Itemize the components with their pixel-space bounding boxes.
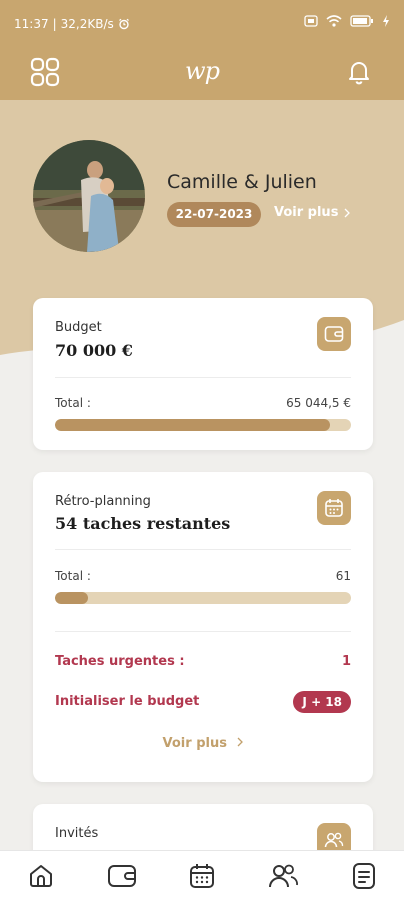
budget-card[interactable]: Budget 70 000 € Total : 65 044,5 €	[33, 298, 373, 450]
urgent-tasks-count: 1	[341, 654, 351, 669]
couple-name: Camille & Julien	[167, 171, 317, 193]
nav-budget[interactable]	[106, 860, 138, 892]
users-icon	[324, 832, 344, 848]
planning-card[interactable]: Rétro-planning 54 taches restantes Total…	[33, 472, 373, 782]
calendar-icon-badge	[317, 491, 351, 525]
calendar-icon	[325, 499, 343, 517]
planning-see-more-label: Voir plus	[162, 736, 227, 751]
status-separator: |	[52, 17, 57, 31]
alarm-icon	[118, 18, 129, 30]
calendar-icon	[190, 864, 214, 888]
budget-title: Budget	[55, 320, 102, 335]
status-left: 11:37 | 32,2KB/s	[14, 17, 130, 31]
init-budget-task[interactable]: Initialiser le budget	[55, 694, 199, 709]
nav-notes[interactable]	[348, 860, 380, 892]
couple-avatar[interactable]	[33, 140, 145, 252]
wedding-date-badge: 22-07-2023	[167, 202, 261, 227]
grid-icon	[30, 57, 60, 87]
app-header: wp	[0, 48, 404, 100]
status-time: 11:37	[14, 17, 49, 31]
profile-see-more-link[interactable]: Voir plus	[274, 205, 351, 220]
battery-icon	[350, 15, 373, 27]
bell-icon	[349, 62, 369, 85]
planning-tasks-remaining: 54 taches restantes	[55, 514, 231, 533]
nav-guests[interactable]	[267, 860, 299, 892]
divider	[55, 549, 351, 550]
wallet-icon	[324, 326, 344, 342]
budget-progress-fill	[55, 419, 331, 431]
profile-see-more-label: Voir plus	[274, 205, 339, 220]
budget-amount: 70 000 €	[55, 341, 133, 360]
status-bar: 11:37 | 32,2KB/s	[0, 0, 404, 48]
planning-see-more-link[interactable]: Voir plus	[33, 736, 373, 751]
deadline-badge: J + 18	[293, 691, 351, 713]
planning-total-label: Total :	[55, 569, 91, 583]
status-right	[304, 15, 390, 27]
planning-progress-fill	[55, 592, 88, 604]
status-speed: 32,2KB/s	[60, 17, 114, 31]
home-icon	[30, 865, 52, 887]
guests-title: Invités	[55, 826, 99, 841]
document-icon	[353, 863, 375, 889]
budget-total-value: 65 044,5 €	[286, 396, 351, 410]
budget-total-label: Total :	[55, 396, 91, 410]
urgent-tasks-label[interactable]: Taches urgentes :	[55, 654, 185, 669]
charging-icon	[383, 15, 389, 27]
planning-total-value: 61	[335, 569, 351, 583]
app-logo: wp	[185, 57, 220, 85]
wallet-icon	[108, 865, 136, 887]
notifications-button[interactable]	[341, 54, 377, 90]
bottom-navigation	[0, 850, 404, 900]
nav-planning[interactable]	[186, 860, 218, 892]
menu-grid-button[interactable]	[27, 54, 63, 90]
chevron-right-icon	[238, 737, 244, 747]
planning-progress-bar	[55, 592, 351, 604]
sim-icon	[304, 15, 318, 27]
couple-photo	[33, 140, 145, 252]
divider	[55, 631, 351, 632]
budget-progress-bar	[55, 419, 351, 431]
users-icon	[269, 864, 298, 888]
wifi-icon	[326, 15, 342, 27]
planning-title: Rétro-planning	[55, 494, 151, 509]
chevron-right-icon	[344, 208, 351, 217]
divider	[55, 377, 351, 378]
wallet-icon-badge	[317, 317, 351, 351]
nav-home[interactable]	[25, 860, 57, 892]
